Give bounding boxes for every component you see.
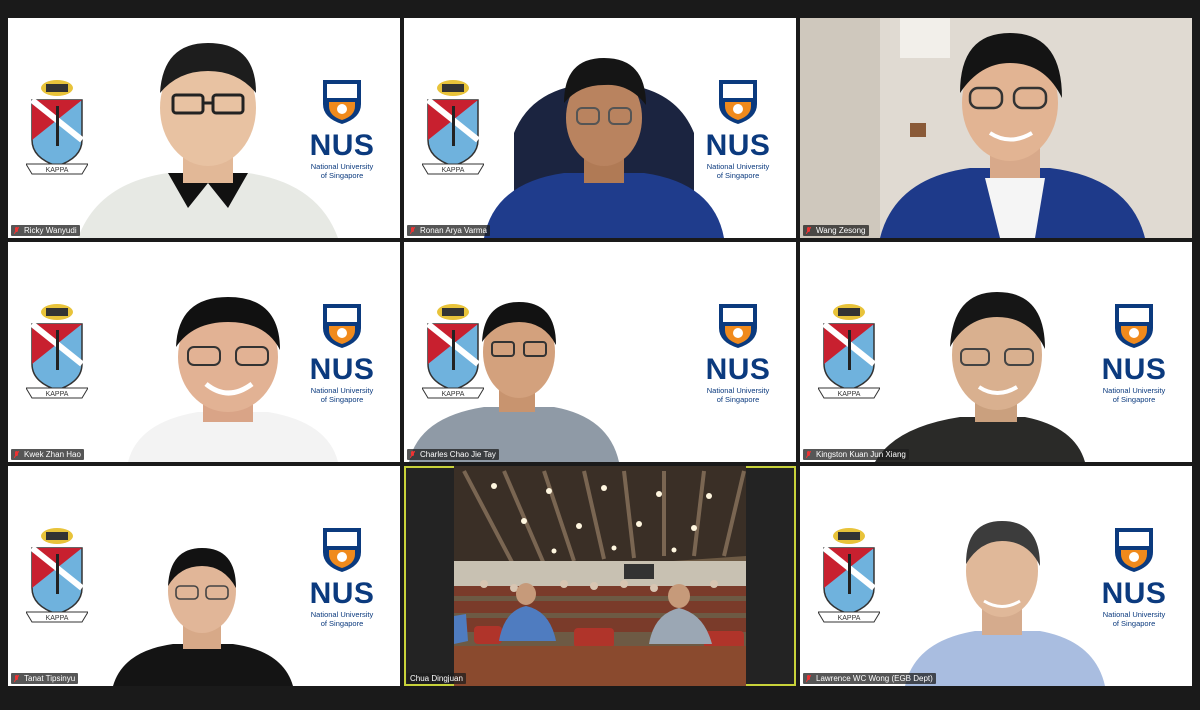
participant-name-tag: Lawrence WC Wong (EGB Dept) xyxy=(803,673,936,684)
participant-video xyxy=(78,43,338,238)
kappa-crest-logo: KAPPA xyxy=(818,304,880,399)
nus-wordmark: NUS xyxy=(705,353,771,386)
nus-subtitle-line1: National University xyxy=(1102,386,1166,395)
video-tile-active-speaker[interactable]: Chua Dingjuan xyxy=(404,466,796,686)
participant-name: Ricky Wanyudi xyxy=(24,226,77,235)
mic-muted-icon xyxy=(14,675,19,682)
crest-banner-text: KAPPA xyxy=(46,167,69,174)
participant-video xyxy=(905,521,1105,686)
nus-subtitle-line2: of Singapore xyxy=(320,619,364,628)
crest-banner-text: KAPPA xyxy=(46,391,69,398)
crest-banner-text: KAPPA xyxy=(442,167,465,174)
nus-logo: NUS National University of Singapore xyxy=(306,526,378,636)
mic-muted-icon xyxy=(806,451,811,458)
participant-name: Kwek Zhan Hao xyxy=(24,450,81,459)
nus-subtitle-line1: National University xyxy=(706,162,770,171)
participant-video xyxy=(800,18,1192,238)
participant-name-tag: Wang Zesong xyxy=(803,225,869,236)
nus-subtitle-line1: National University xyxy=(1102,610,1166,619)
nus-logo: NUS National University of Singapore xyxy=(702,302,774,412)
nus-shield-icon xyxy=(323,304,361,348)
nus-shield-icon xyxy=(323,528,361,572)
nus-shield-icon xyxy=(1115,528,1153,572)
participant-name: Chua Dingjuan xyxy=(410,674,463,683)
video-tile[interactable]: KAPPA NUS National University of Singapo… xyxy=(8,18,400,238)
mic-muted-icon xyxy=(14,227,19,234)
video-tile[interactable]: KAPPA NUS National University of Singapo… xyxy=(8,466,400,686)
video-grid: KAPPA NUS National University of Singapo… xyxy=(0,0,1200,710)
participant-name-tag: Kwek Zhan Hao xyxy=(11,449,84,460)
kappa-crest-logo: KAPPA xyxy=(818,528,880,623)
nus-subtitle-line1: National University xyxy=(310,162,374,171)
participant-name-tag: Ronan Arya Varma xyxy=(407,225,490,236)
lecture-room-video xyxy=(454,466,746,686)
nus-subtitle-line2: of Singapore xyxy=(1112,395,1156,404)
crest-banner-text: KAPPA xyxy=(46,615,69,622)
kappa-crest-logo: KAPPA xyxy=(26,304,88,399)
nus-wordmark: NUS xyxy=(309,353,375,386)
nus-wordmark: NUS xyxy=(1101,353,1167,386)
participant-name: Ronan Arya Varma xyxy=(420,226,487,235)
participant-name-tag: Ricky Wanyudi xyxy=(11,225,80,236)
participant-name-tag: Chua Dingjuan xyxy=(407,673,466,684)
nus-wordmark: NUS xyxy=(309,129,375,162)
participant-video xyxy=(484,58,724,238)
nus-logo: NUS National University of Singapore xyxy=(306,78,378,188)
participant-name-tag: Kingston Kuan Jun Xiang xyxy=(803,449,909,460)
nus-wordmark: NUS xyxy=(705,129,771,162)
nus-logo: NUS National University of Singapore xyxy=(702,78,774,188)
mic-muted-icon xyxy=(410,227,415,234)
participant-video xyxy=(113,548,293,686)
nus-subtitle-line2: of Singapore xyxy=(1112,619,1156,628)
nus-subtitle-line2: of Singapore xyxy=(320,171,364,180)
participant-video xyxy=(875,292,1085,462)
participant-name: Charles Chao Jie Tay xyxy=(420,450,496,459)
nus-wordmark: NUS xyxy=(1101,577,1167,610)
mic-muted-icon xyxy=(806,675,811,682)
participant-name: Lawrence WC Wong (EGB Dept) xyxy=(816,674,933,683)
video-tile[interactable]: KAPPA NUS National University of Singapo… xyxy=(404,242,796,462)
participant-name: Kingston Kuan Jun Xiang xyxy=(816,450,906,459)
video-tile[interactable]: KAPPA NUS National University of Singapo… xyxy=(404,18,796,238)
kappa-crest-logo: KAPPA xyxy=(26,528,88,623)
participant-name-tag: Tanat Tipsinyu xyxy=(11,673,79,684)
nus-subtitle-line2: of Singapore xyxy=(716,395,760,404)
video-tile[interactable]: KAPPA NUS National University of Singapo… xyxy=(800,242,1192,462)
participant-name-tag: Charles Chao Jie Tay xyxy=(407,449,499,460)
nus-logo: NUS National University of Singapore xyxy=(1098,526,1170,636)
nus-shield-icon xyxy=(1115,304,1153,348)
nus-subtitle-line2: of Singapore xyxy=(716,171,760,180)
nus-subtitle-line2: of Singapore xyxy=(320,395,364,404)
nus-shield-icon xyxy=(323,80,361,124)
nus-subtitle-line1: National University xyxy=(310,386,374,395)
crest-banner-text: KAPPA xyxy=(838,391,861,398)
nus-logo: NUS National University of Singapore xyxy=(1098,302,1170,412)
video-tile[interactable]: KAPPA NUS National University of Singapo… xyxy=(800,466,1192,686)
nus-subtitle-line1: National University xyxy=(310,610,374,619)
mic-muted-icon xyxy=(14,451,19,458)
participant-name: Wang Zesong xyxy=(816,226,866,235)
mic-muted-icon xyxy=(410,451,415,458)
video-tile[interactable]: KAPPA NUS National University of Singapo… xyxy=(8,242,400,462)
nus-subtitle-line1: National University xyxy=(706,386,770,395)
nus-shield-icon xyxy=(719,304,757,348)
participant-video xyxy=(409,302,619,462)
participant-name: Tanat Tipsinyu xyxy=(24,674,76,683)
nus-wordmark: NUS xyxy=(309,577,375,610)
video-tile[interactable]: Wang Zesong xyxy=(800,18,1192,238)
mic-muted-icon xyxy=(806,227,811,234)
nus-shield-icon xyxy=(719,80,757,124)
nus-logo: NUS National University of Singapore xyxy=(306,302,378,412)
crest-banner-text: KAPPA xyxy=(838,615,861,622)
